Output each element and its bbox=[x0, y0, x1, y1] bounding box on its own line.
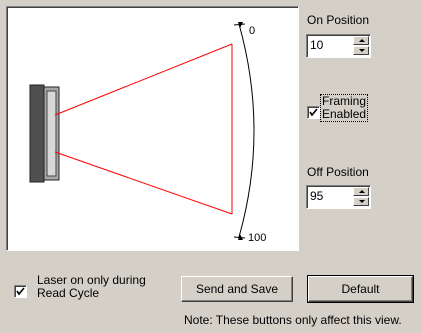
default-button[interactable]: Default bbox=[307, 275, 414, 303]
laser-label-line2: Read Cycle bbox=[37, 286, 100, 300]
checkmark-icon bbox=[16, 287, 25, 296]
checkmark-icon bbox=[309, 108, 318, 117]
beam-bottom-line bbox=[54, 151, 233, 215]
down-arrow-icon bbox=[359, 49, 365, 52]
off-position-up-button[interactable] bbox=[353, 187, 369, 196]
scan-diagram-panel: 0 100 bbox=[6, 6, 299, 251]
down-arrow-icon bbox=[359, 200, 365, 203]
send-and-save-button[interactable]: Send and Save bbox=[181, 276, 293, 302]
framing-label-line2: Enabled bbox=[322, 107, 367, 121]
on-position-label: On Position bbox=[307, 13, 370, 27]
off-position-down-button[interactable] bbox=[353, 197, 369, 206]
on-position-up-button[interactable] bbox=[353, 36, 369, 45]
on-position-down-button[interactable] bbox=[353, 46, 369, 55]
arc-label-bottom: 100 bbox=[248, 232, 266, 244]
laser-read-cycle-label: Laser on only during Read Cycle bbox=[37, 274, 146, 300]
up-arrow-icon bbox=[359, 190, 365, 193]
framing-enabled-checkbox[interactable] bbox=[307, 106, 320, 119]
scanner-body bbox=[29, 84, 45, 183]
on-position-value[interactable]: 10 bbox=[310, 38, 323, 52]
off-position-spinner[interactable]: 95 bbox=[306, 185, 371, 209]
beam-top-line bbox=[54, 43, 233, 116]
note-text: Note: These buttons only affect this vie… bbox=[184, 313, 402, 327]
framing-enabled-label: Framing Enabled bbox=[319, 94, 369, 122]
off-position-label: Off Position bbox=[307, 165, 369, 179]
laser-read-cycle-checkbox[interactable] bbox=[14, 285, 27, 298]
up-arrow-icon bbox=[359, 39, 365, 42]
on-position-spinner[interactable]: 10 bbox=[306, 34, 371, 58]
arc-label-top: 0 bbox=[249, 25, 255, 37]
scanner-window bbox=[46, 90, 57, 177]
range-arc bbox=[238, 23, 255, 238]
scan-diagram: 0 100 bbox=[29, 22, 266, 244]
off-position-value[interactable]: 95 bbox=[310, 189, 323, 203]
